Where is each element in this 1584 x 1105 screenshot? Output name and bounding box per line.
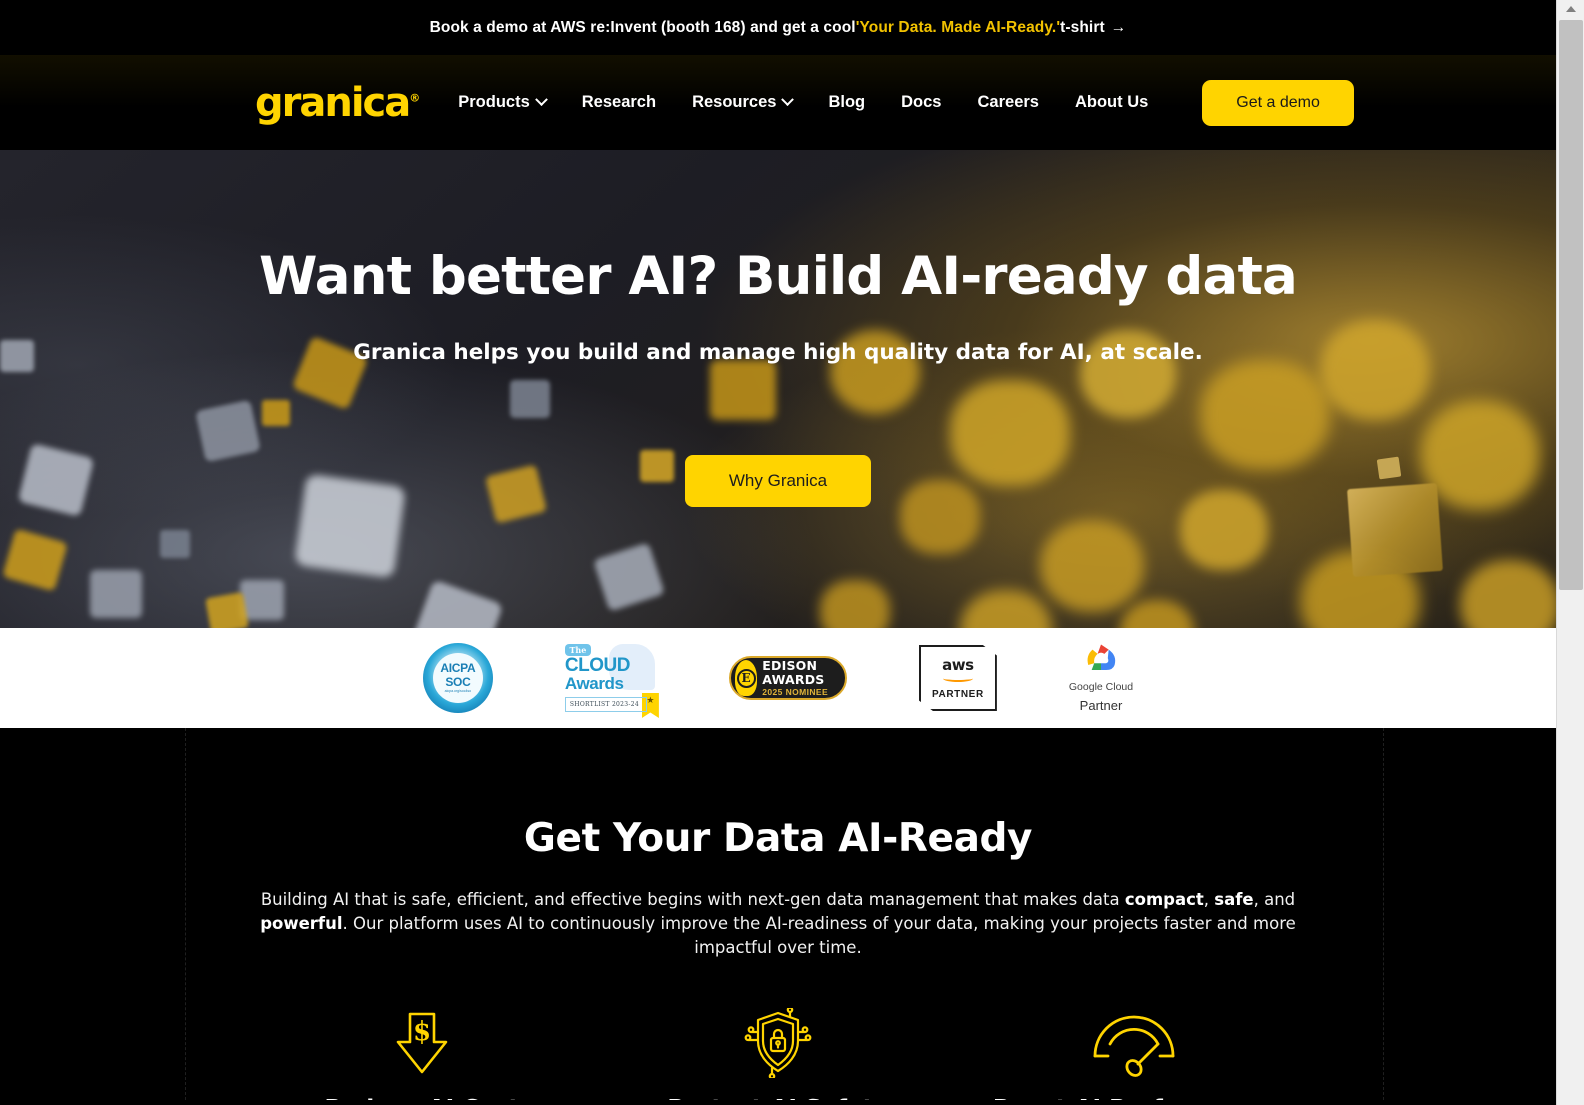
nav-label: Careers xyxy=(977,93,1039,111)
nav-item-products[interactable]: Products xyxy=(440,93,564,112)
site-header: granica® Products Research Resources Blo… xyxy=(0,55,1556,150)
nav-links: Products Research Resources Blog Docs Ca… xyxy=(440,93,1166,112)
cloud-awards-line1: CLOUD xyxy=(564,654,631,676)
ai-ready-content: Get Your Data AI-Ready Building AI that … xyxy=(0,728,1556,1100)
cloud-awards-shortlist: SHORTLIST 2023-24 xyxy=(564,697,647,713)
get-a-demo-button[interactable]: Get a demo xyxy=(1202,79,1354,126)
granica-logo[interactable]: granica® xyxy=(255,83,420,123)
aicpa-line3: aicpa.org/soc4so xyxy=(444,689,472,694)
google-cloud-line1: Google Cloud xyxy=(1068,680,1134,693)
edison-letter: E xyxy=(736,668,756,688)
scrollbar-thumb[interactable] xyxy=(1559,20,1583,590)
paragraph-text: Building AI that is safe, efficient, and… xyxy=(260,890,1125,909)
feature-list: $ Reduce AI Cost xyxy=(0,1007,1556,1100)
announcement-banner[interactable]: Book a demo at AWS re:Invent (booth 168)… xyxy=(0,0,1556,55)
section-paragraph: Building AI that is safe, efficient, and… xyxy=(258,888,1298,960)
nav-label: Research xyxy=(581,93,657,111)
edison-awards-icon: E EDISON AWARDS 2025 NOMINEE xyxy=(728,656,847,700)
badge-cloud-awards: The CLOUD Awards SHORTLIST 2023-24 ★ xyxy=(564,642,659,718)
aws-line2: PARTNER xyxy=(931,689,984,700)
google-cloud-mark-icon xyxy=(1080,642,1122,676)
announcement-arrow-icon: → xyxy=(1110,18,1127,36)
nav-item-careers[interactable]: Careers xyxy=(960,93,1057,112)
speedometer-icon xyxy=(1088,1008,1180,1078)
aicpa-line2: SOC xyxy=(445,675,471,690)
nav-label: Resources xyxy=(692,93,777,111)
aws-partner-icon: aws PARTNER xyxy=(918,645,997,711)
aws-line1: aws xyxy=(942,656,974,674)
paragraph-text: , xyxy=(1203,890,1215,909)
nav-label: Blog xyxy=(828,93,866,111)
feature-protect-ai-safety[interactable]: Protect AI Safety xyxy=(600,1007,956,1100)
badge-google-cloud-partner: Google Cloud Partner xyxy=(1069,642,1133,714)
nav-item-blog[interactable]: Blog xyxy=(810,93,883,112)
arrow-down-dollar-icon: $ xyxy=(386,1008,458,1078)
cloud-awards-the: The xyxy=(564,643,591,656)
paragraph-emphasis: safe xyxy=(1214,890,1254,909)
feature-boost-ai-performance[interactable]: Boost AI Performance xyxy=(956,1008,1312,1100)
hero-section: Want better AI? Build AI-ready data Gran… xyxy=(0,150,1556,628)
nav-item-research[interactable]: Research xyxy=(564,93,674,112)
aws-smile-icon xyxy=(942,675,973,682)
cloud-awards-line2: Awards xyxy=(564,673,624,693)
lightbulb-icon: E xyxy=(734,660,758,696)
ai-ready-section: Get Your Data AI-Ready Building AI that … xyxy=(0,728,1556,1100)
paragraph-emphasis: compact xyxy=(1124,890,1204,909)
nav-label: Products xyxy=(458,93,530,111)
hero-content: Want better AI? Build AI-ready data Gran… xyxy=(0,150,1556,628)
feature-reduce-ai-cost[interactable]: $ Reduce AI Cost xyxy=(244,1008,600,1100)
google-cloud-line2: Partner xyxy=(1079,698,1123,714)
nav-item-about-us[interactable]: About Us xyxy=(1057,93,1166,112)
badge-aws-partner: aws PARTNER xyxy=(918,645,997,711)
announcement-prefix: Book a demo at AWS re:Invent (booth 168)… xyxy=(429,18,856,36)
announcement-suffix: t-shirt xyxy=(1060,18,1105,36)
registered-mark-icon: ® xyxy=(409,91,421,105)
feature-title: Boost AI Performance xyxy=(993,1096,1275,1100)
nav-label: Docs xyxy=(901,93,942,111)
scroll-up-button[interactable] xyxy=(1557,0,1584,18)
hero-subheading: Granica helps you build and manage high … xyxy=(353,340,1203,366)
aicpa-line1: AICPA xyxy=(440,661,476,676)
feature-title: Protect AI Safety xyxy=(667,1096,888,1100)
shield-lock-icon xyxy=(742,1007,814,1078)
navbar: granica® Products Research Resources Blo… xyxy=(0,79,1556,126)
badge-edison-awards: E EDISON AWARDS 2025 NOMINEE xyxy=(728,656,847,700)
badge-aicpa-soc: AICPA SOC aicpa.org/soc4so xyxy=(422,643,493,713)
section-heading: Get Your Data AI-Ready xyxy=(523,816,1033,861)
paragraph-text: . Our platform uses AI to continuously i… xyxy=(342,913,1296,957)
paragraph-emphasis: powerful xyxy=(260,913,343,933)
why-granica-button[interactable]: Why Granica xyxy=(684,455,872,508)
hero-heading: Want better AI? Build AI-ready data xyxy=(258,246,1298,307)
logo-wordmark: granica xyxy=(255,79,411,126)
chevron-down-icon xyxy=(534,93,548,107)
announcement-highlight: 'Your Data. Made AI-Ready.' xyxy=(855,18,1061,36)
aicpa-soc-seal-icon: AICPA SOC aicpa.org/soc4so xyxy=(422,643,493,713)
triangle-up-icon xyxy=(1565,6,1576,12)
paragraph-text: , and xyxy=(1253,890,1296,909)
edison-line2: 2025 NOMINEE xyxy=(762,686,829,697)
nav-item-docs[interactable]: Docs xyxy=(883,93,959,112)
vertical-scrollbar[interactable] xyxy=(1556,0,1584,1105)
browser-viewport: Book a demo at AWS re:Invent (booth 168)… xyxy=(0,0,1584,1105)
google-cloud-partner-icon: Google Cloud Partner xyxy=(1069,642,1133,714)
page-content: Book a demo at AWS re:Invent (booth 168)… xyxy=(0,0,1556,1105)
feature-title: Reduce AI Cost xyxy=(324,1096,519,1100)
certification-badges: AICPA SOC aicpa.org/soc4so The CLOUD Awa… xyxy=(0,628,1556,728)
chevron-down-icon xyxy=(781,93,795,107)
nav-item-resources[interactable]: Resources xyxy=(674,93,810,112)
edison-line1: EDISON AWARDS xyxy=(762,658,825,687)
cloud-awards-icon: The CLOUD Awards SHORTLIST 2023-24 ★ xyxy=(564,642,659,718)
nav-label: About Us xyxy=(1074,93,1149,111)
svg-text:$: $ xyxy=(413,1017,431,1047)
